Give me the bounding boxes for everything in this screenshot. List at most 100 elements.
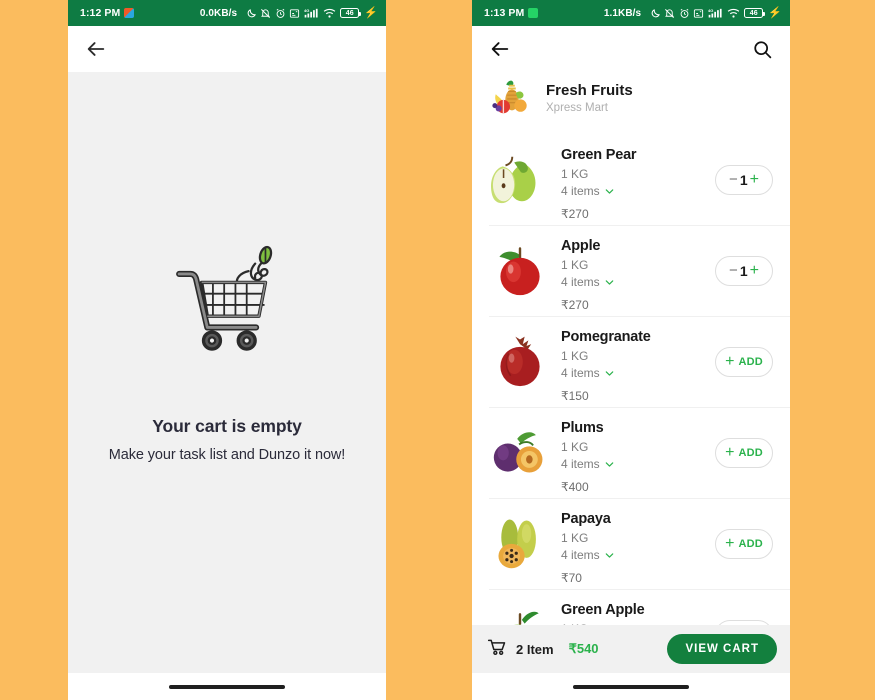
increment-button[interactable]: + (750, 262, 759, 279)
quantity-value: 1 (739, 171, 748, 188)
multicolor-app-icon (124, 8, 135, 18)
status-time: 1:12 PM (80, 7, 121, 19)
empty-cart-title: Your cart is empty (152, 415, 302, 436)
bell-muted-icon (664, 8, 675, 19)
empty-cart-subtitle: Make your task list and Dunzo it now! (108, 446, 346, 463)
alarm-clock-icon (275, 8, 286, 19)
product-variants[interactable]: 4 items (561, 365, 715, 382)
table-row[interactable]: Green Apple 1 KG + ADD (472, 589, 790, 625)
product-price: ₹150 (561, 389, 589, 404)
chevron-down-icon (605, 189, 613, 194)
status-time: 1:13 PM (484, 7, 525, 19)
store-text-block: Fresh Fruits Xpress Mart (546, 82, 633, 114)
product-info: Green Pear 1 KG 4 items ₹270 (561, 144, 715, 221)
product-action[interactable]: − 1 + (715, 255, 773, 286)
table-row[interactable]: Pomegranate 1 KG 4 items ₹150 + ADD (472, 316, 790, 407)
app-bar-right (472, 26, 790, 72)
add-to-cart-button[interactable]: + ADD (715, 528, 773, 559)
battery-level: 46 (749, 9, 758, 17)
charging-bolt-icon: ⚡ (768, 6, 782, 19)
green-pear-image (489, 144, 551, 212)
quantity-stepper[interactable]: − 1 + (715, 164, 773, 195)
product-action[interactable]: + ADD (715, 528, 773, 559)
fruit-basket-logo (489, 78, 533, 118)
add-to-cart-button[interactable]: + ADD (715, 346, 773, 377)
empty-shopping-cart-illustration (166, 243, 288, 370)
decrement-button[interactable]: − (729, 263, 738, 278)
product-list[interactable]: Green Pear 1 KG 4 items ₹270 − 1 + Apple… (472, 134, 790, 625)
product-weight: 1 KG (561, 621, 715, 625)
home-indicator-pill[interactable] (573, 684, 689, 689)
store-merchant: Xpress Mart (546, 102, 608, 114)
network-speed-label: 0.0KB/s (199, 7, 238, 19)
table-row[interactable]: Papaya 1 KG 4 items ₹70 + ADD (472, 498, 790, 589)
table-row[interactable]: Plums 1 KG 4 items ₹400 + ADD (472, 407, 790, 498)
search-icon[interactable] (752, 39, 773, 60)
product-weight: 1 KG (561, 258, 589, 272)
product-price: ₹270 (561, 207, 589, 222)
plus-icon: + (725, 534, 735, 552)
increment-button[interactable]: + (750, 171, 759, 188)
whatsapp-icon (528, 8, 539, 18)
product-info: Green Apple 1 KG (561, 599, 715, 625)
product-weight: 1 KG (561, 349, 589, 363)
variant-count: 4 items (561, 184, 600, 199)
status-bar-left: 1:12 PM 0.0KB/s 4G 46 ⚡ (68, 0, 386, 26)
cart-summary-bar: 2 Item ₹540 VIEW CART (472, 625, 790, 673)
chevron-down-icon (605, 553, 613, 558)
battery-level: 46 (345, 9, 354, 17)
back-arrow-icon[interactable] (489, 38, 511, 60)
product-action[interactable]: + ADD (715, 619, 773, 625)
product-action[interactable]: + ADD (715, 437, 773, 468)
papaya-image (489, 508, 551, 576)
product-variants[interactable]: 4 items (561, 547, 715, 564)
product-name: Pomegranate (561, 329, 651, 345)
network-speed-label: 1.1KB/s (603, 7, 642, 19)
product-info: Plums 1 KG 4 items ₹400 (561, 417, 715, 494)
battery-icon: 46 (340, 8, 362, 18)
variant-count: 4 items (561, 457, 600, 472)
product-weight: 1 KG (561, 167, 589, 181)
phone-left-empty-cart: 1:12 PM 0.0KB/s 4G 46 ⚡ Your cart is emp… (68, 0, 386, 700)
add-to-cart-button[interactable]: + ADD (715, 437, 773, 468)
plums-image (489, 417, 551, 485)
product-price: ₹400 (561, 480, 589, 495)
nav-bar-left (68, 673, 386, 700)
product-name: Green Apple (561, 602, 645, 618)
nav-bar-right (472, 673, 790, 700)
home-indicator-pill[interactable] (169, 684, 285, 689)
product-info: Pomegranate 1 KG 4 items ₹150 (561, 326, 715, 403)
screenshot-icon (289, 8, 300, 19)
quantity-stepper[interactable]: − 1 + (715, 255, 773, 286)
add-to-cart-button[interactable]: + ADD (715, 619, 773, 625)
product-name: Papaya (561, 511, 611, 527)
table-row[interactable]: Green Pear 1 KG 4 items ₹270 − 1 + (472, 134, 790, 225)
add-label: ADD (738, 355, 763, 368)
bell-muted-icon (260, 8, 271, 19)
phone-right-store-listing: 1:13 PM 1.1KB/s 4G 46 ⚡ Fresh Fruits Xpr… (472, 0, 790, 700)
product-name: Plums (561, 420, 604, 436)
app-bar-left (68, 26, 386, 72)
back-arrow-icon[interactable] (85, 38, 107, 60)
table-row[interactable]: Apple 1 KG 4 items ₹270 − 1 + (472, 225, 790, 316)
product-info: Apple 1 KG 4 items ₹270 (561, 235, 715, 312)
cart-item-count: 2 Item (516, 641, 554, 657)
product-price: ₹270 (561, 298, 589, 313)
variant-count: 4 items (561, 275, 600, 290)
cart-total: ₹540 (568, 641, 599, 656)
signal-4g-icon: 4G (304, 8, 320, 19)
product-variants[interactable]: 4 items (561, 183, 715, 200)
product-variants[interactable]: 4 items (561, 274, 715, 291)
screenshot-icon (693, 8, 704, 19)
plus-icon: + (725, 443, 735, 461)
view-cart-button[interactable]: VIEW CART (667, 634, 777, 664)
empty-cart-body: Your cart is empty Make your task list a… (68, 72, 386, 673)
product-variants[interactable]: 4 items (561, 456, 715, 473)
product-action[interactable]: + ADD (715, 346, 773, 377)
store-header: Fresh Fruits Xpress Mart (472, 72, 790, 134)
product-action[interactable]: − 1 + (715, 164, 773, 195)
add-label: ADD (738, 446, 763, 459)
product-price: ₹70 (561, 571, 582, 586)
decrement-button[interactable]: − (729, 172, 738, 187)
status-bar-right: 1:13 PM 1.1KB/s 4G 46 ⚡ (472, 0, 790, 26)
